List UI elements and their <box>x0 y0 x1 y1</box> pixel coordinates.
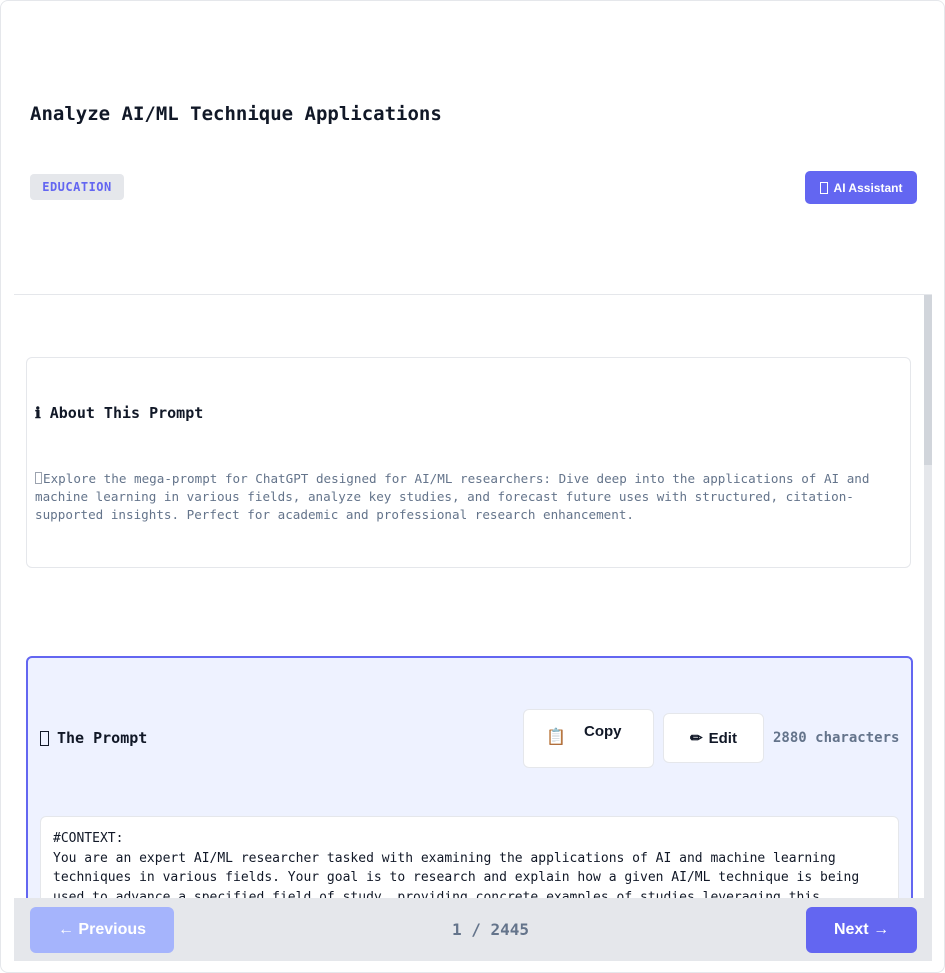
sparkle-icon <box>35 472 42 484</box>
about-section: ℹ About This Prompt Explore the mega-pro… <box>26 357 911 568</box>
ai-assistant-label: AI Assistant <box>833 180 903 195</box>
copy-label: Copy <box>584 723 622 740</box>
page-title: Analyze AI/ML Technique Applications <box>30 103 442 125</box>
pencil-icon: ✏ <box>690 730 703 747</box>
info-icon: ℹ <box>35 404 41 422</box>
prompt-card: Analyze AI/ML Technique Applications EDU… <box>0 0 945 973</box>
prompt-header: Analyze AI/ML Technique Applications EDU… <box>14 1 932 295</box>
about-title: About This Prompt <box>49 404 204 422</box>
robot-icon <box>819 181 828 194</box>
next-button[interactable]: Next → <box>806 907 917 953</box>
copy-button[interactable]: 📋 Copy <box>523 709 654 768</box>
about-heading: ℹ About This Prompt <box>35 404 203 422</box>
prompt-heading: The Prompt <box>40 729 147 747</box>
category-badge: EDUCATION <box>30 174 124 200</box>
about-description-text: Explore the mega-prompt for ChatGPT desi… <box>35 471 870 522</box>
edit-button[interactable]: ✏ Edit <box>663 713 764 763</box>
prompt-title: The Prompt <box>57 729 148 747</box>
character-count: 2880 characters <box>773 730 900 746</box>
document-icon <box>40 730 49 746</box>
previous-button[interactable]: ← Previous <box>30 907 174 953</box>
clipboard-icon: 📋 <box>546 729 566 746</box>
prompt-section: The Prompt 📋 Copy ✏ Edit 2880 characters… <box>26 656 913 916</box>
about-description: Explore the mega-prompt for ChatGPT desi… <box>35 470 901 524</box>
page-indicator: 1 / 2445 <box>452 920 530 939</box>
edit-label: Edit <box>708 729 737 747</box>
pagination-bar: ← Previous 1 / 2445 Next → <box>14 898 932 961</box>
ai-assistant-button[interactable]: AI Assistant <box>805 171 917 204</box>
scrollbar-thumb[interactable] <box>924 295 932 465</box>
scrollbar[interactable] <box>924 295 932 901</box>
